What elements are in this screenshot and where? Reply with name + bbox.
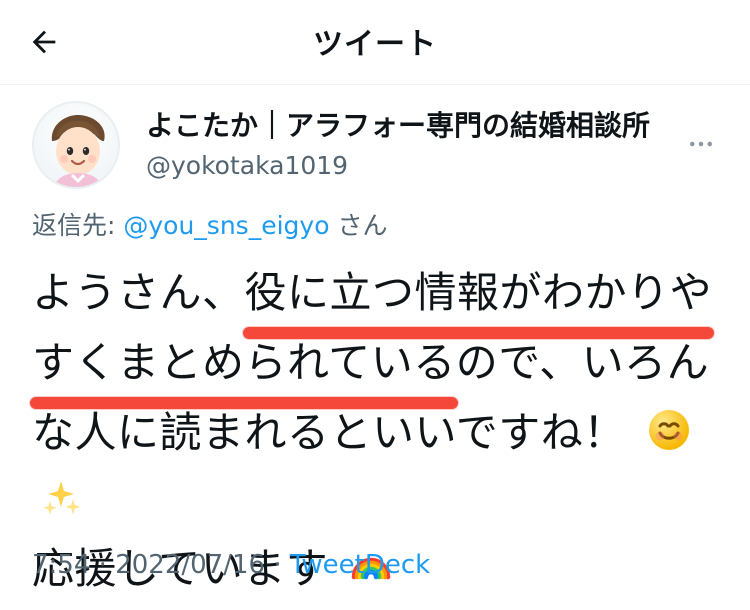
avatar[interactable]: [32, 101, 120, 189]
smile-emoji: [646, 407, 692, 453]
more-options-button[interactable]: [678, 123, 724, 169]
author-row: よこたか｜アラフォー専門の結婚相談所 @yokotaka1019: [0, 85, 750, 205]
sparkles-emoji: [38, 475, 84, 521]
tweet-highlight-1: 役に立つ情報がわかりや: [245, 259, 713, 329]
tweet-line-1-a: ようさん、: [32, 268, 245, 317]
tweet-date[interactable]: 2022/07/16: [115, 550, 265, 580]
reply-to-suffix: さん: [337, 211, 388, 240]
reply-to-prefix: 返信先:: [32, 211, 124, 240]
tweet-line-3-a: な人に読まれるといいですね！: [32, 408, 626, 457]
more-horizontal-icon: [686, 129, 716, 163]
reply-to: 返信先: @you_sns_eigyo さん: [0, 209, 750, 243]
tweet-header: ツイート: [0, 0, 750, 85]
page-title: ツイート: [313, 27, 437, 62]
back-button[interactable]: [18, 18, 70, 70]
tweet-source[interactable]: TweetDeck: [290, 550, 430, 580]
tweet-line-1: ようさん、役に立つ情報がわかりや: [32, 259, 718, 329]
author-meta: よこたか｜アラフォー専門の結婚相談所 @yokotaka1019: [146, 109, 650, 181]
tweet-line-2-b: ので、いろん: [455, 338, 710, 387]
tweet-meta-footer: 7:54 · 2022/07/16 · TweetDeck: [32, 548, 430, 582]
tweet-time[interactable]: 7:54: [32, 550, 90, 580]
author-display-name[interactable]: よこたか｜アラフォー専門の結婚相談所: [146, 109, 650, 143]
reply-to-mention[interactable]: @you_sns_eigyo: [123, 211, 329, 240]
tweet-line-3: な人に読まれるといいですね！: [32, 399, 718, 535]
meta-separator: ·: [98, 550, 116, 580]
meta-separator: ·: [273, 550, 290, 580]
arrow-left-icon: [27, 25, 61, 63]
author-handle[interactable]: @yokotaka1019: [146, 151, 650, 181]
tweet-highlight-2: すくまとめられている: [32, 329, 456, 399]
tweet-line-2: すくまとめられているので、いろん: [32, 329, 718, 399]
